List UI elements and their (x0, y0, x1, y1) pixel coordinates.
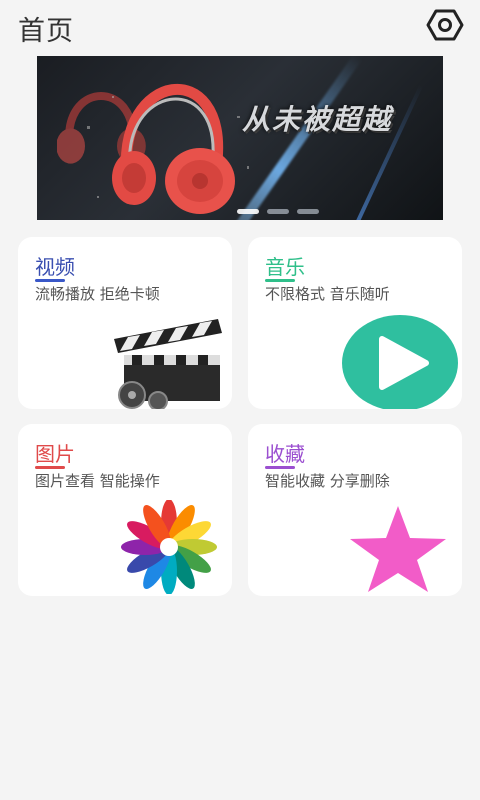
favorites-card[interactable]: 收藏 智能收藏 分享删除 (248, 424, 462, 596)
video-card[interactable]: 视频 流畅播放 拒绝卡顿 (18, 237, 232, 409)
banner-carousel[interactable]: 从未被超越 (37, 56, 443, 220)
page-title: 首页 (18, 16, 74, 47)
carousel-dot[interactable] (237, 209, 259, 214)
banner-slogan: 从未被超越 (242, 103, 393, 136)
star-icon (350, 506, 446, 592)
card-underline (265, 466, 295, 469)
carousel-indicators (237, 209, 319, 214)
carousel-dot[interactable] (297, 209, 319, 214)
card-underline (35, 466, 65, 469)
card-title: 视频 (35, 255, 75, 279)
color-petals-icon (121, 500, 217, 594)
headphones-image (57, 83, 249, 214)
card-subtitle: 智能收藏 分享删除 (265, 472, 390, 490)
card-underline (35, 279, 65, 282)
settings-icon[interactable] (426, 6, 464, 44)
film-clapperboard-icon (114, 319, 222, 409)
music-card[interactable]: 音乐 不限格式 音乐随听 (248, 237, 462, 409)
card-title: 图片 (35, 442, 75, 466)
play-circle-icon (342, 315, 458, 409)
carousel-dot[interactable] (267, 209, 289, 214)
card-subtitle: 流畅播放 拒绝卡顿 (35, 285, 160, 303)
top-bar: 首页 (0, 0, 480, 52)
card-underline (265, 279, 295, 282)
card-title: 音乐 (265, 255, 305, 279)
picture-card[interactable]: 图片 图片查看 智能操作 (18, 424, 232, 596)
card-subtitle: 不限格式 音乐随听 (265, 285, 390, 303)
card-subtitle: 图片查看 智能操作 (35, 472, 160, 490)
card-title: 收藏 (265, 442, 305, 466)
